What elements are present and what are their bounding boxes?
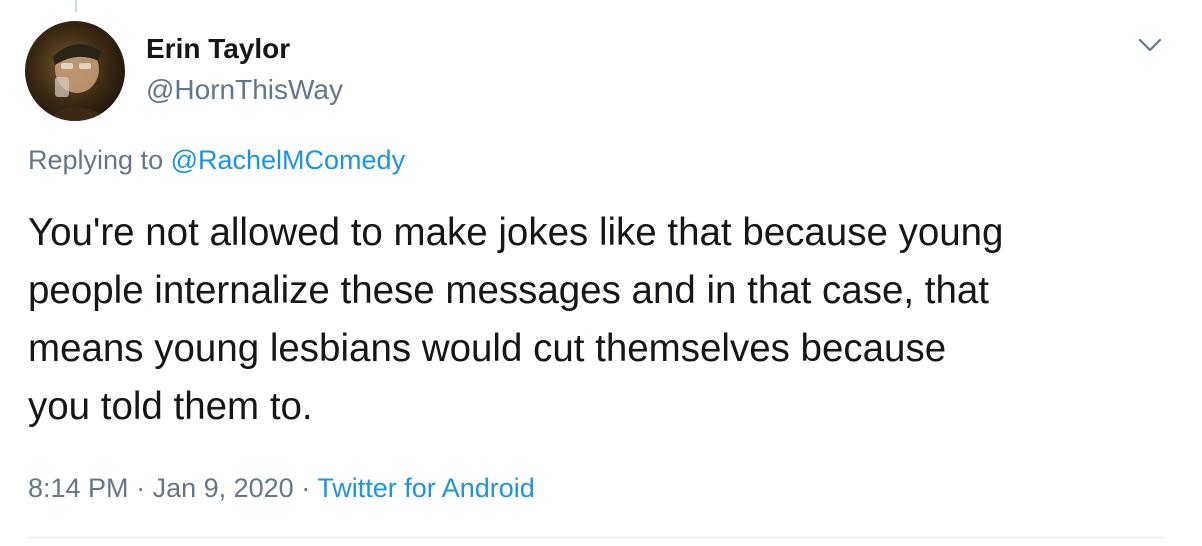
replying-to-label: Replying to xyxy=(28,145,171,175)
replying-to: Replying to @RachelMComedy xyxy=(28,143,405,177)
tweet-card: Erin Taylor @HornThisWay Replying to @Ra… xyxy=(0,0,1202,546)
divider xyxy=(28,537,1164,538)
author-name[interactable]: Erin Taylor xyxy=(146,32,290,66)
author-handle[interactable]: @HornThisWay xyxy=(146,73,343,107)
tweet-text-line: you told them to. xyxy=(28,385,313,428)
meta-separator: · xyxy=(128,473,153,503)
tweet-text-line: people internalize these messages and in… xyxy=(28,269,989,312)
tweet-meta: 8:14 PM · Jan 9, 2020 · Twitter for Andr… xyxy=(28,471,535,505)
avatar[interactable] xyxy=(25,21,125,121)
chevron-down-icon[interactable] xyxy=(1136,34,1164,56)
tweet-text-line: means young lesbians would cut themselve… xyxy=(28,327,947,370)
reply-mention-link[interactable]: @RachelMComedy xyxy=(171,145,405,175)
meta-separator: · xyxy=(293,473,318,503)
thread-connector-line xyxy=(75,0,77,12)
tweet-text-line: You're not allowed to make jokes like th… xyxy=(28,211,1004,254)
avatar-photo xyxy=(45,44,111,121)
tweet-source-link[interactable]: Twitter for Android xyxy=(317,473,535,503)
tweet-text: You're not allowed to make jokes like th… xyxy=(28,204,1178,436)
tweet-date[interactable]: Jan 9, 2020 xyxy=(153,473,294,503)
tweet-time[interactable]: 8:14 PM xyxy=(28,473,129,503)
